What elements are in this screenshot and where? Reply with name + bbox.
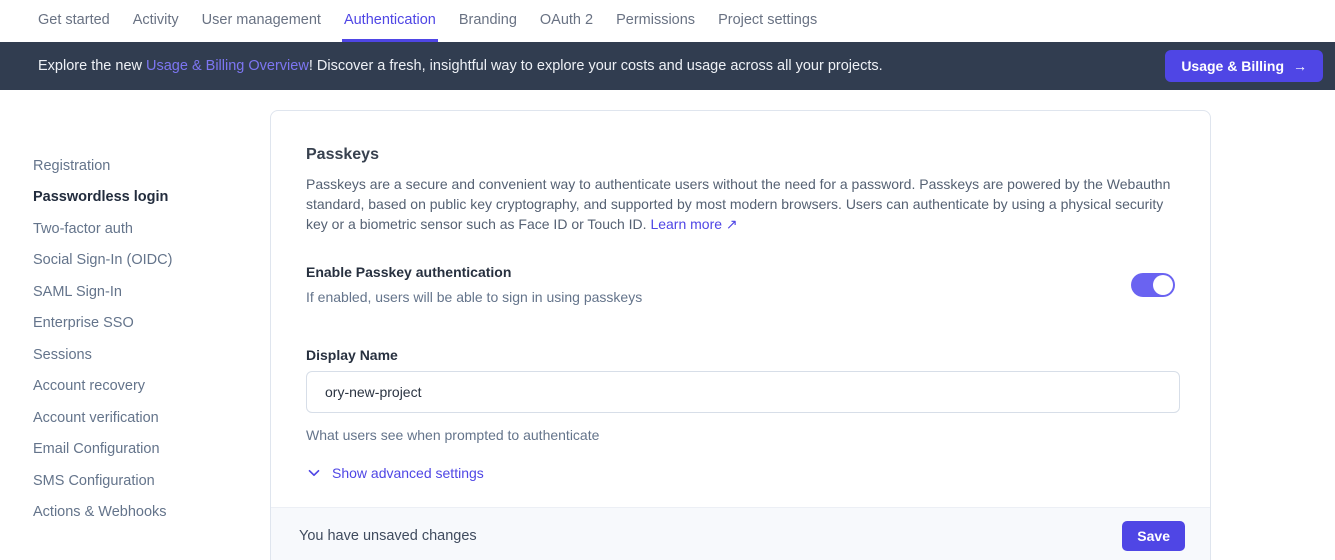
toggle-knob (1153, 275, 1173, 295)
passkeys-card-body: Passkeys Passkeys are a secure and conve… (271, 111, 1210, 481)
show-advanced-settings-label: Show advanced settings (332, 465, 484, 481)
usage-billing-button-label: Usage & Billing (1181, 58, 1284, 74)
passkeys-settings-card: Passkeys Passkeys are a secure and conve… (270, 110, 1211, 560)
external-link-icon: ↗ (726, 216, 738, 232)
tab-project-settings[interactable]: Project settings (716, 0, 819, 42)
sidebar-item-email-configuration[interactable]: Email Configuration (33, 434, 270, 466)
passkeys-description: Passkeys are a secure and convenient way… (306, 174, 1175, 234)
learn-more-label: Learn more (650, 216, 722, 232)
sidebar-item-passwordless-login[interactable]: Passwordless login (33, 182, 270, 214)
chevron-down-icon (306, 465, 322, 481)
sidebar-item-account-verification[interactable]: Account verification (33, 402, 270, 434)
unsaved-changes-text: You have unsaved changes (299, 521, 477, 551)
sidebar-item-account-recovery[interactable]: Account recovery (33, 371, 270, 403)
sidebar-item-actions-webhooks[interactable]: Actions & Webhooks (33, 497, 270, 529)
sidebar-item-sms-configuration[interactable]: SMS Configuration (33, 465, 270, 497)
usage-billing-button[interactable]: Usage & Billing → (1165, 50, 1323, 82)
top-navigation: Get started Activity User management Aut… (0, 0, 1335, 42)
sidebar-item-saml-sign-in[interactable]: SAML Sign-In (33, 276, 270, 308)
banner-text-before: Explore the new (38, 58, 146, 74)
banner-message: Explore the new Usage & Billing Overview… (38, 58, 883, 74)
content-area: Registration Passwordless login Two-fact… (0, 90, 1335, 560)
arrow-right-icon: → (1293, 58, 1307, 74)
sidebar-item-two-factor-auth[interactable]: Two-factor auth (33, 213, 270, 245)
usage-billing-overview-link[interactable]: Usage & Billing Overview (146, 58, 309, 74)
tab-permissions[interactable]: Permissions (614, 0, 697, 42)
enable-passkey-toggle[interactable] (1131, 273, 1175, 297)
sidebar-item-social-sign-in[interactable]: Social Sign-In (OIDC) (33, 245, 270, 277)
unsaved-changes-bar: You have unsaved changes Save (271, 507, 1210, 560)
settings-sidebar: Registration Passwordless login Two-fact… (0, 90, 270, 560)
display-name-label: Display Name (306, 347, 1175, 363)
display-name-input[interactable] (306, 371, 1180, 413)
enable-passkey-row: Enable Passkey authentication If enabled… (306, 264, 1175, 305)
save-button[interactable]: Save (1122, 521, 1185, 551)
sidebar-item-registration[interactable]: Registration (33, 150, 270, 182)
enable-passkey-label: Enable Passkey authentication (306, 264, 642, 280)
tab-authentication[interactable]: Authentication (342, 0, 438, 42)
tab-branding[interactable]: Branding (457, 0, 519, 42)
banner-text-after: ! Discover a fresh, insightful way to ex… (309, 58, 883, 74)
page-title: Passkeys (306, 146, 1175, 164)
tab-user-management[interactable]: User management (200, 0, 323, 42)
display-name-helper: What users see when prompted to authenti… (306, 427, 1175, 443)
enable-passkey-description: If enabled, users will be able to sign i… (306, 289, 642, 305)
display-name-block: Display Name What users see when prompte… (306, 347, 1175, 443)
sidebar-item-sessions[interactable]: Sessions (33, 339, 270, 371)
show-advanced-settings[interactable]: Show advanced settings (306, 465, 484, 481)
enable-passkey-labels: Enable Passkey authentication If enabled… (306, 264, 642, 305)
tab-activity[interactable]: Activity (131, 0, 181, 42)
passkeys-description-text: Passkeys are a secure and convenient way… (306, 176, 1170, 232)
tab-get-started[interactable]: Get started (36, 0, 112, 42)
tab-oauth2[interactable]: OAuth 2 (538, 0, 595, 42)
sidebar-item-enterprise-sso[interactable]: Enterprise SSO (33, 308, 270, 340)
learn-more-link[interactable]: Learn more ↗ (650, 216, 737, 232)
usage-billing-banner: Explore the new Usage & Billing Overview… (0, 42, 1335, 90)
